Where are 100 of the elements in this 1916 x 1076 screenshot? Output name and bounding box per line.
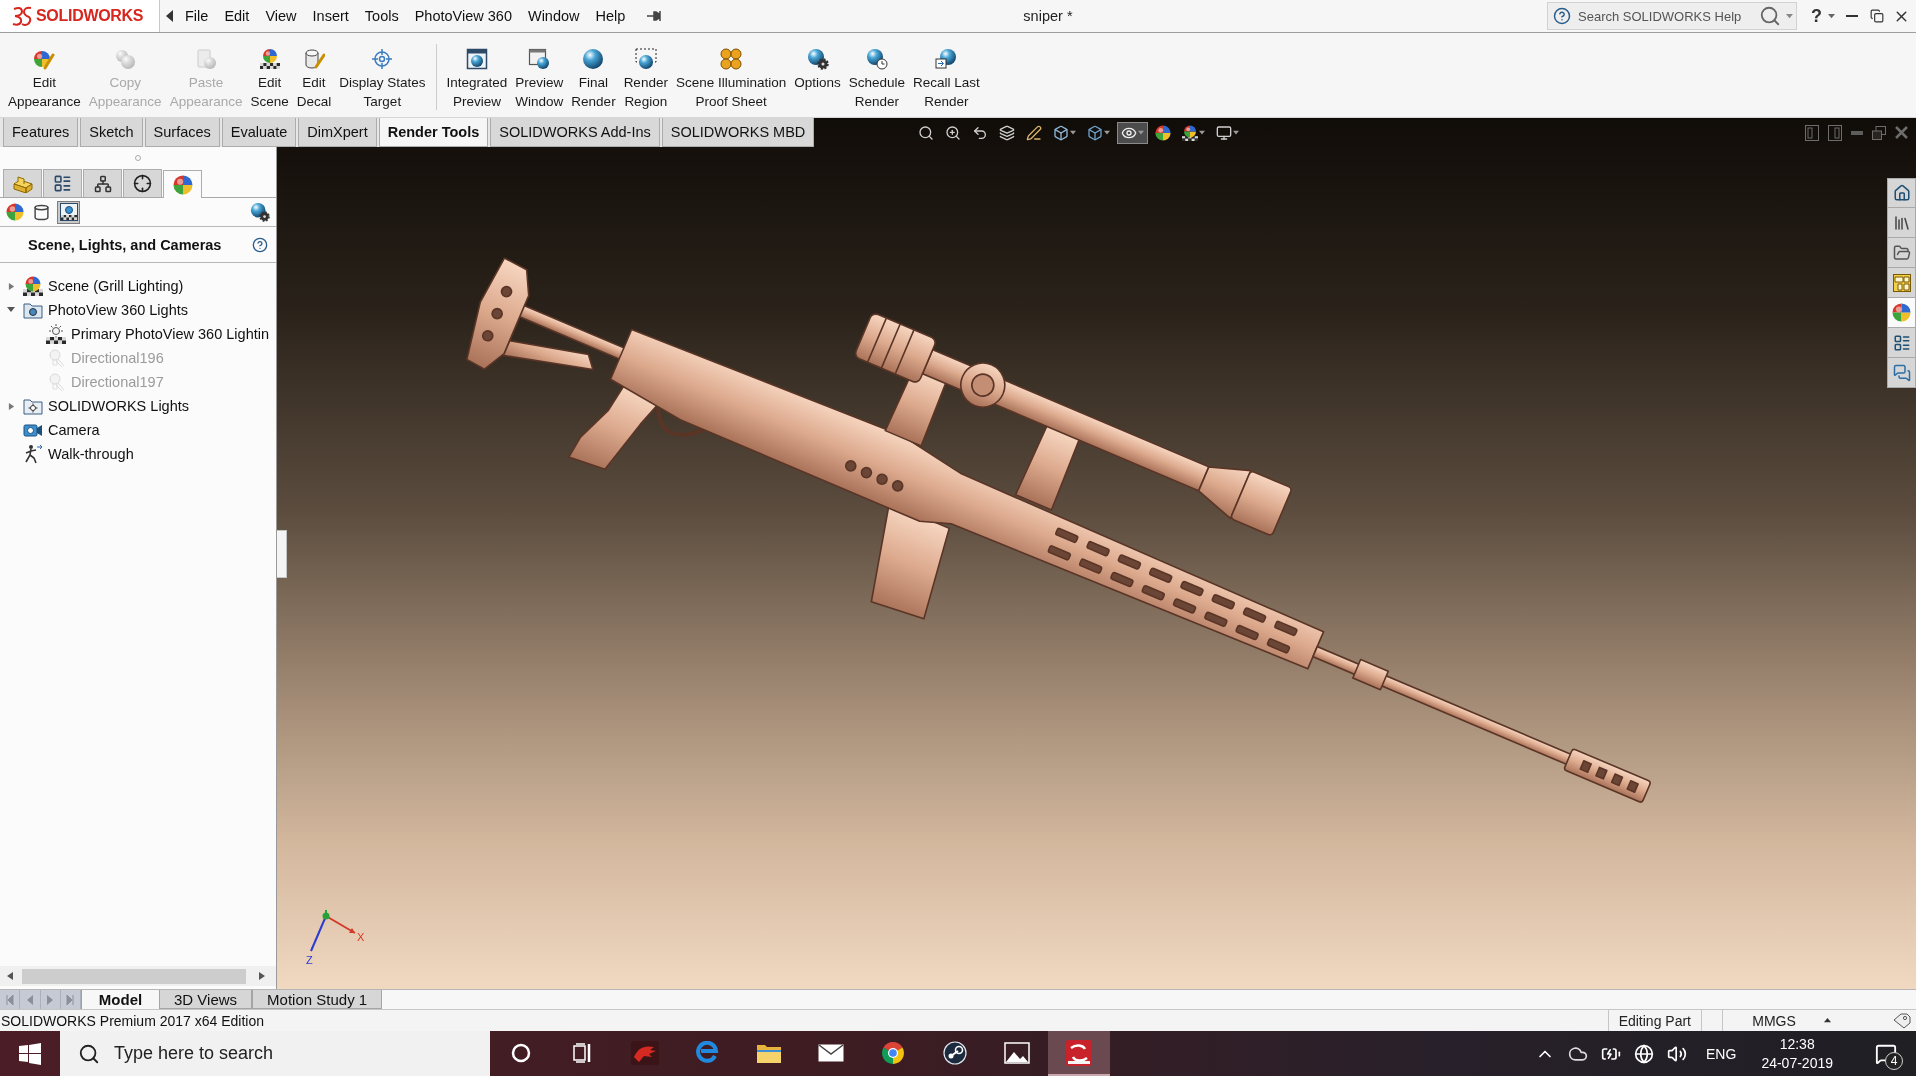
ds-logo-icon	[12, 6, 32, 26]
menu-item[interactable]: File	[177, 0, 217, 32]
menu-item[interactable]: Help	[587, 0, 634, 32]
tree-item[interactable]: SOLIDWORKS Lights	[0, 394, 276, 418]
help-search-field[interactable]: Search SOLIDWORKS Help	[1576, 4, 1754, 28]
property-list-icon	[1892, 333, 1911, 352]
language-indicator[interactable]: ENG	[1700, 1045, 1743, 1062]
command-tab[interactable]: DimXpert	[298, 118, 377, 147]
app-tile-icon	[1066, 1039, 1092, 1066]
help-search-box[interactable]: Search SOLIDWORKS Help	[1547, 2, 1797, 30]
options-button[interactable]	[250, 202, 270, 222]
model-tab[interactable]: 3D Views	[159, 990, 253, 1009]
splitter-dot-icon[interactable]	[135, 154, 141, 161]
toolbar-button[interactable]: Edit Decal	[292, 48, 336, 111]
panel-tab[interactable]	[43, 169, 82, 197]
menu-item[interactable]: Insert	[304, 0, 357, 32]
command-tab[interactable]: Features	[3, 118, 79, 147]
envelope-icon	[818, 1043, 844, 1062]
speaker-icon[interactable]	[1667, 1043, 1688, 1064]
menu-item[interactable]: Window	[519, 0, 588, 32]
globe-icon[interactable]	[1634, 1043, 1655, 1064]
task-pane-tab[interactable]	[1887, 178, 1916, 208]
taskbar-clock[interactable]: 12:38 24-07-2019	[1755, 1034, 1839, 1073]
arrow-left-icon	[5, 994, 14, 1005]
toolbar-button[interactable]: Final Render	[567, 48, 620, 111]
toolbar-button[interactable]: Recall Last Render	[909, 48, 984, 111]
scene-picture-icon	[59, 203, 78, 221]
scrollbar-thumb[interactable]	[22, 968, 246, 984]
caret-right-icon[interactable]	[7, 402, 15, 410]
close-icon[interactable]	[1895, 126, 1908, 139]
folder-icon	[23, 300, 43, 320]
sun-floor-icon	[46, 324, 66, 344]
tree-item[interactable]: Primary PhotoView 360 Lightin	[0, 322, 276, 346]
panel-title: Scene, Lights, and Cameras	[28, 236, 222, 253]
arrow-right-icon	[66, 994, 75, 1005]
tag-icon[interactable]	[1893, 1012, 1911, 1029]
minimize-icon[interactable]	[1851, 130, 1863, 135]
command-tab[interactable]: Sketch	[80, 118, 143, 147]
lever-logo-icon	[943, 1040, 967, 1065]
horizontal-scrollbar[interactable]	[0, 966, 276, 986]
task-pane-tab[interactable]	[1887, 298, 1916, 328]
cube-icon	[1087, 124, 1104, 141]
toolbar-button[interactable]: Schedule Render	[844, 48, 910, 111]
toolbar-button[interactable]: Edit Scene	[246, 48, 293, 111]
panel-subtab[interactable]	[57, 200, 80, 224]
restore-icon[interactable]	[1872, 125, 1886, 140]
toolbar-button[interactable]: Display States Target	[335, 48, 430, 111]
taskbar-search-field[interactable]: Type here to search	[114, 1038, 490, 1069]
toolbar-button[interactable]: Edit Appearance	[4, 48, 85, 111]
count-badge: 4	[1885, 1051, 1903, 1070]
caret-right-icon[interactable]	[7, 282, 15, 290]
color-sphere-icon	[1892, 303, 1911, 322]
tile-vertical-icon[interactable]	[1805, 124, 1819, 141]
task-view-icon	[573, 1042, 593, 1063]
toolbar-button[interactable]: Preview Window	[511, 48, 568, 111]
tree-item[interactable]: Walk-through	[0, 442, 276, 466]
panel-tab[interactable]	[123, 169, 162, 197]
caret-down-icon[interactable]	[1786, 12, 1793, 20]
tree-item[interactable]: Scene (Grill Lighting)	[0, 274, 276, 298]
tree-item[interactable]: Camera	[0, 418, 276, 442]
caret-down-icon[interactable]	[7, 306, 15, 314]
scroll-left-icon[interactable]	[6, 972, 14, 980]
toolbar-button[interactable]: Options	[790, 48, 845, 92]
command-tab[interactable]: SOLIDWORKS Add-Ins	[490, 118, 660, 147]
task-pane-tab[interactable]	[1887, 208, 1916, 238]
e-logo-icon	[695, 1040, 719, 1065]
menu-item[interactable]: View	[257, 0, 305, 32]
task-pane-tab[interactable]	[1887, 328, 1916, 358]
command-tab[interactable]: Surfaces	[144, 118, 220, 147]
toolbar-button[interactable]: Integrated Preview	[442, 48, 512, 111]
model-tab[interactable]: Motion Study 1	[252, 990, 383, 1009]
taskbar-search-box[interactable]: Type here to search	[60, 1031, 490, 1076]
command-tab[interactable]: SOLIDWORKS MBD	[661, 118, 815, 147]
search-icon[interactable]	[1759, 5, 1781, 27]
pin-icon[interactable]	[647, 10, 662, 22]
command-tab[interactable]: Evaluate	[221, 118, 297, 147]
tile-horizontal-icon[interactable]	[1828, 124, 1842, 141]
notifications-button[interactable]: 4	[1864, 1033, 1908, 1074]
panel-tab[interactable]	[83, 169, 122, 197]
help-icon[interactable]	[252, 236, 268, 253]
status-text: SOLIDWORKS Premium 2017 x64 Edition	[0, 1011, 264, 1031]
toolbar-button[interactable]: Scene Illumination Proof Sheet	[671, 48, 791, 111]
view-tool-button[interactable]	[1117, 121, 1149, 144]
caret-left-icon[interactable]	[166, 10, 174, 22]
help-button[interactable]: ?	[1807, 5, 1839, 27]
command-tab[interactable]: Render Tools	[378, 118, 489, 147]
panel-tab[interactable]	[163, 170, 202, 198]
color-sphere-icon	[1155, 124, 1172, 141]
taskbar-app-button[interactable]	[1048, 1031, 1110, 1076]
restore-icon	[1869, 9, 1884, 23]
scroll-right-icon[interactable]	[258, 972, 266, 980]
toolbar-button[interactable]: Render Region	[619, 48, 672, 111]
task-pane-tab[interactable]	[1887, 268, 1916, 298]
menu-item[interactable]: Tools	[356, 0, 407, 32]
menu-item[interactable]: PhotoView 360	[406, 0, 520, 32]
menu-item[interactable]: Edit	[216, 0, 258, 32]
panel-collapse-handle[interactable]	[277, 530, 287, 578]
task-pane-tab[interactable]	[1887, 358, 1916, 388]
tree-item[interactable]: PhotoView 360 Lights	[0, 298, 276, 322]
task-pane-tab[interactable]	[1887, 238, 1916, 268]
